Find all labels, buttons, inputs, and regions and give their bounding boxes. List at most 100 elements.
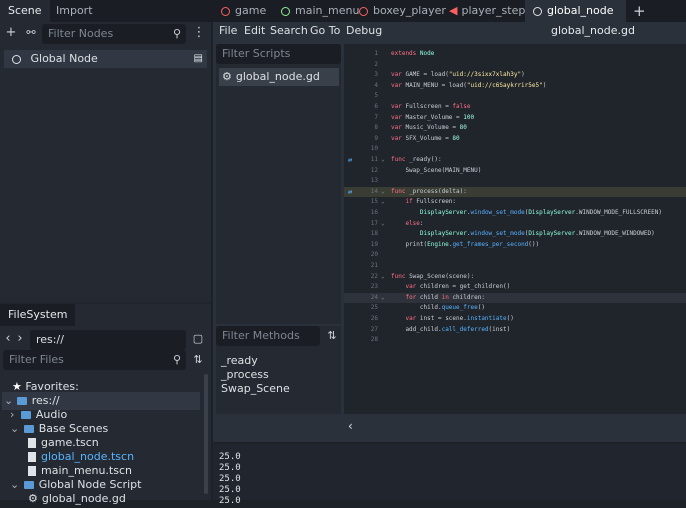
- tree-item-global-node-gd[interactable]: ⚙ global_node.gd: [28, 490, 126, 508]
- tab-label: game: [235, 4, 267, 17]
- fold-arrow-icon[interactable]: ⌄: [381, 155, 385, 166]
- fold-arrow-icon[interactable]: ⌄: [381, 197, 385, 208]
- tab-main-menu[interactable]: main_menu: [281, 0, 359, 22]
- node-icon: [12, 54, 21, 64]
- fold-arrow-icon[interactable]: ⌄: [381, 293, 385, 304]
- code-line[interactable]: 1 extends Node: [344, 49, 686, 60]
- code-text: Swap_Scene(MAIN_MENU): [391, 166, 482, 174]
- code-line[interactable]: 20: [344, 250, 686, 261]
- code-line[interactable]: 28: [344, 335, 686, 346]
- code-line[interactable]: 21: [344, 261, 686, 272]
- connected-signal-icon[interactable]: ⇄: [348, 187, 352, 198]
- code-line[interactable]: 7 var Master_Volume = 100: [344, 113, 686, 124]
- code-text: var children = get_children(): [405, 283, 511, 291]
- tab-player-step[interactable]: ◀ player_step: [449, 0, 525, 22]
- filter-methods-input[interactable]: Filter Methods: [216, 326, 320, 346]
- code-line[interactable]: 9 var SFX_Volume = 80: [344, 134, 686, 145]
- code-line[interactable]: ⇄ 11 ⌄ func _ready():: [344, 155, 686, 166]
- menu-icon[interactable]: ⋮: [190, 23, 208, 43]
- scene-icon: [359, 6, 368, 16]
- folder-icon: [16, 397, 27, 405]
- line-number: 10: [370, 145, 378, 153]
- code-line[interactable]: 22 ⌄ func Swap_Scene(scene):: [344, 272, 686, 283]
- tab-global-node[interactable]: global_node: [525, 0, 626, 22]
- code-line[interactable]: 15 ⌄ if Fullscreen:: [344, 197, 686, 208]
- line-number: 20: [370, 251, 378, 259]
- code-line[interactable]: 4 var MAIN_MENU = load("uid://c6Saykrrir5…: [344, 81, 686, 92]
- sort-icon[interactable]: ⇅: [190, 350, 206, 370]
- code-line[interactable]: 23 var children = get_children(): [344, 282, 686, 293]
- code-line[interactable]: 18 DisplayServer.window_set_mode(Display…: [344, 229, 686, 240]
- output-panel: 25.0 25.0 25.0 25.0 25.0: [213, 444, 686, 506]
- code-line[interactable]: 10: [344, 144, 686, 155]
- filter-files-input[interactable]: Filter Files ⚲: [3, 350, 186, 370]
- filter-scripts-input[interactable]: Filter Scripts: [216, 44, 341, 64]
- script-list-item[interactable]: ⚙ global_node.gd: [219, 68, 339, 86]
- fold-arrow-icon[interactable]: ⌄: [381, 272, 385, 283]
- menu-debug[interactable]: Debug: [346, 24, 382, 37]
- code-line[interactable]: 25 child.queue_free(): [344, 303, 686, 314]
- output-line: 25.0: [219, 496, 241, 506]
- line-number: 1: [374, 50, 378, 57]
- filter-nodes-input[interactable]: Filter Nodes ⚲: [42, 24, 186, 44]
- scene-icon: [221, 6, 230, 16]
- add-tab-button[interactable]: +: [633, 0, 646, 22]
- fold-arrow-icon[interactable]: ⌄: [381, 187, 385, 198]
- code-line[interactable]: 26 var inst = scene.instantiate(): [344, 314, 686, 325]
- code-line[interactable]: 3 var GAME = load("uid://3sixx7xlah3y"): [344, 70, 686, 81]
- code-line[interactable]: 8 var Music_Volume = 80: [344, 123, 686, 134]
- sort-icon[interactable]: ⇅: [324, 326, 340, 346]
- tab-boxey-player[interactable]: boxey_player: [359, 0, 446, 22]
- scripts-panel: Filter Scripts ⚙ global_node.gd: [216, 44, 341, 324]
- code-line[interactable]: 6 var Fullscreen = false: [344, 102, 686, 113]
- line-number: 3: [374, 71, 378, 79]
- fold-arrow-icon[interactable]: ⌄: [381, 219, 385, 230]
- tab-filesystem[interactable]: FileSystem: [0, 304, 76, 326]
- line-number: 21: [370, 262, 378, 269]
- path-field[interactable]: res://: [30, 330, 186, 350]
- menu-edit[interactable]: Edit: [244, 24, 265, 37]
- code-line[interactable]: 17 ⌄ else:: [344, 219, 686, 230]
- add-node-icon[interactable]: +: [4, 23, 18, 43]
- method-item[interactable]: Swap_Scene: [221, 380, 290, 398]
- tab-scene[interactable]: Scene: [0, 0, 50, 22]
- code-text: func _ready():: [391, 156, 442, 163]
- menu-goto[interactable]: Go To: [310, 24, 340, 37]
- tab-label: player_step: [461, 4, 526, 17]
- output-line: 25.0: [219, 452, 241, 462]
- code-line[interactable]: ⇄ 14 ⌄ func _process(delta):: [344, 186, 686, 198]
- scene-tree-root[interactable]: Global Node ▤: [4, 50, 207, 68]
- code-line[interactable]: 5: [344, 91, 686, 102]
- chevron-down-icon: ⌄: [10, 422, 20, 435]
- split-mode-icon[interactable]: ▢: [190, 329, 206, 349]
- menu-search[interactable]: Search: [270, 24, 308, 37]
- collapse-panel-icon[interactable]: ‹: [348, 419, 353, 433]
- line-number: 11: [370, 156, 378, 163]
- menu-file[interactable]: File: [219, 24, 237, 37]
- speaker-icon: ◀: [449, 4, 458, 17]
- line-number: 4: [374, 81, 378, 89]
- gear-icon: ⚙: [28, 492, 38, 505]
- scene-file-icon: [28, 466, 36, 476]
- code-line[interactable]: 24 ⌄ for child in children:: [344, 292, 686, 304]
- code-line[interactable]: 19 print(Engine.get_frames_per_second()): [344, 240, 686, 251]
- script-icon[interactable]: ▤: [194, 50, 203, 68]
- tab-game[interactable]: game: [221, 0, 266, 22]
- connected-signal-icon[interactable]: ⇄: [348, 155, 352, 166]
- code-line[interactable]: 27 add_child.call_deferred(inst): [344, 325, 686, 336]
- link-icon[interactable]: ⚯: [24, 23, 38, 43]
- code-line[interactable]: 12 Swap_Scene(MAIN_MENU): [344, 166, 686, 177]
- code-line[interactable]: 2: [344, 60, 686, 71]
- line-number: 18: [370, 230, 378, 238]
- code-editor[interactable]: 1 extends Node 2 3 var GAME = load("uid://3s…: [344, 44, 686, 414]
- script-item-label: global_node.gd: [235, 70, 320, 83]
- line-number: 27: [370, 325, 378, 333]
- filter-scripts-placeholder: Filter Scripts: [222, 47, 291, 60]
- code-line[interactable]: 13: [344, 176, 686, 187]
- scene-file-icon: [28, 438, 36, 448]
- back-icon[interactable]: ‹: [3, 329, 13, 349]
- scrollbar[interactable]: [204, 374, 208, 494]
- tab-import[interactable]: Import: [48, 0, 101, 22]
- code-line[interactable]: 16 DisplayServer.window_set_mode(Display…: [344, 208, 686, 219]
- forward-icon[interactable]: ›: [15, 329, 25, 349]
